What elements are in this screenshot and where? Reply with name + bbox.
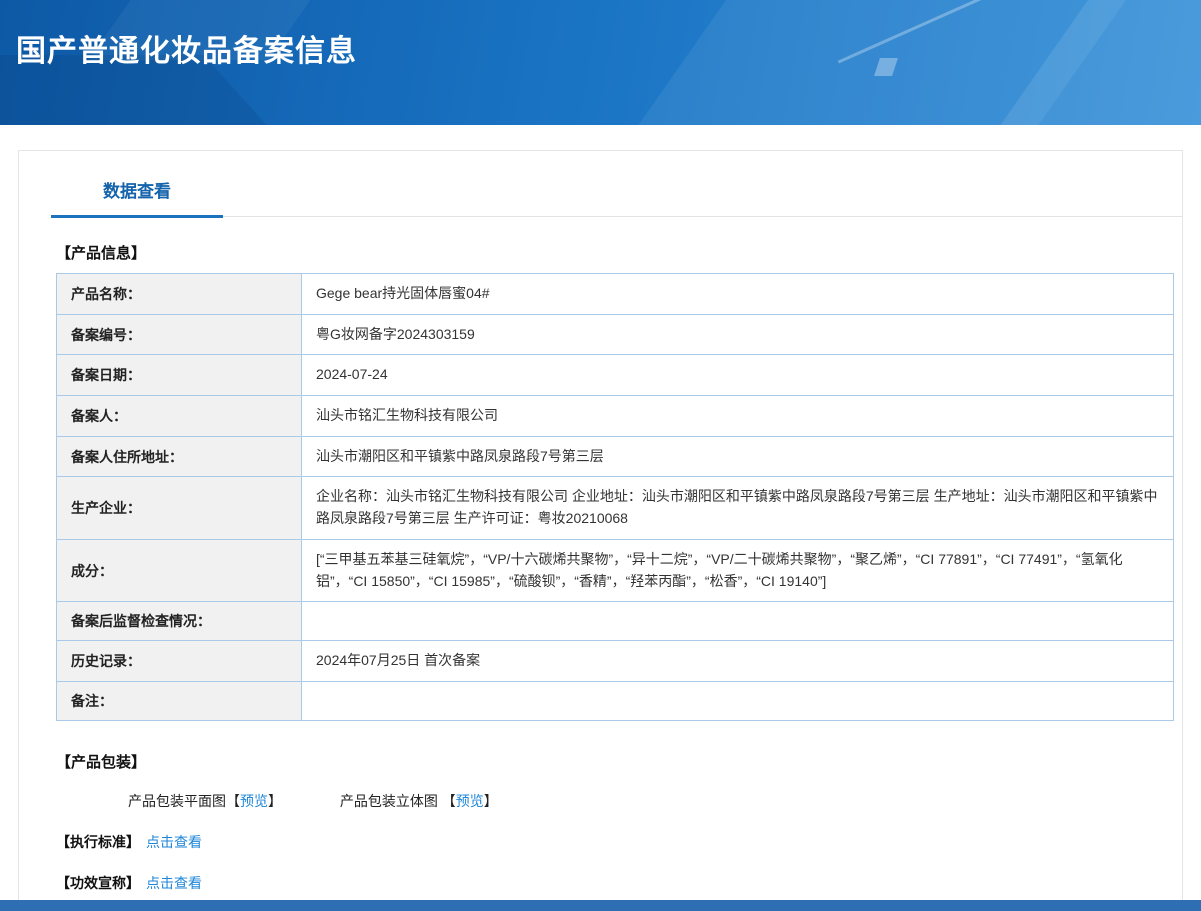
packaging-stereo-item: 产品包装立体图 【预览】: [340, 793, 498, 809]
row-label: 备注：: [56, 680, 302, 721]
table-row: 产品名称： Gege bear持光固体唇蜜04#: [56, 273, 1174, 315]
row-label: 生产企业：: [56, 476, 302, 540]
packaging-heading: 【产品包装】: [56, 753, 147, 771]
packaging-row: 产品包装平面图【预览】 产品包装立体图 【预览】: [128, 791, 1174, 811]
packaging-flat-label: 产品包装平面图: [128, 792, 226, 809]
table-row: 备注：: [56, 680, 1174, 721]
table-row: 备案编号： 粤G妆网备字2024303159: [56, 313, 1174, 356]
row-label: 备案人：: [56, 395, 302, 437]
card-body: 【产品信息】 产品名称： Gege bear持光固体唇蜜04# 备案编号： 粤G…: [19, 242, 1182, 911]
bracket-close: 】: [268, 792, 282, 809]
product-info-heading: 【产品信息】: [56, 245, 147, 262]
product-info-table: 产品名称： Gege bear持光固体唇蜜04# 备案编号： 粤G妆网备字202…: [56, 273, 1174, 721]
packaging-flat-preview-link[interactable]: 预览: [240, 793, 268, 809]
efficacy-row: 【功效宣称】 点击查看: [56, 873, 1174, 893]
table-row: 历史记录： 2024年07月25日 首次备案: [56, 640, 1174, 682]
table-row: 备案后监督检查情况：: [56, 601, 1174, 642]
product-info-table-body: 产品名称： Gege bear持光固体唇蜜04# 备案编号： 粤G妆网备字202…: [56, 273, 1174, 721]
row-label: 备案日期：: [56, 354, 302, 397]
bottom-bar: [0, 900, 1201, 911]
tab-data-view[interactable]: 数据查看: [51, 177, 223, 218]
packaging-stereo-label: 产品包装立体图: [339, 792, 442, 809]
standard-row: 【执行标准】 点击查看: [56, 832, 1174, 852]
bracket-close: 】: [483, 792, 498, 809]
table-row: 成分： [“三甲基五苯基三硅氧烷”，“VP/十六碳烯共聚物”，“异十二烷”，“V…: [56, 538, 1174, 603]
row-value: 汕头市铭汇生物科技有限公司: [301, 395, 1174, 437]
standard-view-link[interactable]: 点击查看: [146, 834, 202, 850]
efficacy-heading: 【功效宣称】: [56, 874, 140, 891]
packaging-flat-item: 产品包装平面图【预览】: [128, 793, 282, 809]
row-value: 粤G妆网备字2024303159: [301, 313, 1174, 356]
row-value: [301, 680, 1174, 721]
table-row: 备案日期： 2024-07-24: [56, 354, 1174, 397]
table-row: 生产企业： 企业名称：汕头市铭汇生物科技有限公司 企业地址：汕头市潮阳区和平镇紫…: [56, 476, 1174, 540]
row-label: 备案人住所地址：: [56, 435, 302, 478]
standard-heading: 【执行标准】: [56, 833, 140, 850]
table-row: 备案人住所地址： 汕头市潮阳区和平镇紫中路凤泉路段7号第三层: [56, 435, 1174, 478]
row-value: [301, 601, 1174, 642]
table-row: 备案人： 汕头市铭汇生物科技有限公司: [56, 395, 1174, 437]
row-value: 2024-07-24: [301, 354, 1174, 397]
row-value: 2024年07月25日 首次备案: [301, 640, 1174, 682]
row-label: 成分：: [56, 538, 302, 603]
row-value: [“三甲基五苯基三硅氧烷”，“VP/十六碳烯共聚物”，“异十二烷”，“VP/二十…: [301, 538, 1174, 603]
page-header: 国产普通化妆品备案信息: [0, 0, 1201, 125]
row-value: Gege bear持光固体唇蜜04#: [301, 273, 1174, 315]
page-title: 国产普通化妆品备案信息: [16, 35, 357, 68]
packaging-stereo-preview-link[interactable]: 预览: [456, 793, 484, 809]
row-label: 备案编号：: [56, 313, 302, 356]
bracket-open: 【: [226, 792, 240, 809]
row-label: 产品名称：: [56, 273, 302, 315]
efficacy-view-link[interactable]: 点击查看: [146, 875, 202, 891]
row-label: 备案后监督检查情况：: [56, 601, 302, 642]
row-label: 历史记录：: [56, 640, 302, 682]
content-card: 数据查看 【产品信息】 产品名称： Gege bear持光固体唇蜜04# 备案编…: [18, 150, 1183, 911]
row-value: 企业名称：汕头市铭汇生物科技有限公司 企业地址：汕头市潮阳区和平镇紫中路凤泉路段…: [301, 476, 1174, 540]
row-value: 汕头市潮阳区和平镇紫中路凤泉路段7号第三层: [301, 435, 1174, 478]
tab-bar: 数据查看: [51, 151, 1182, 218]
bracket-open: 【: [441, 792, 456, 809]
